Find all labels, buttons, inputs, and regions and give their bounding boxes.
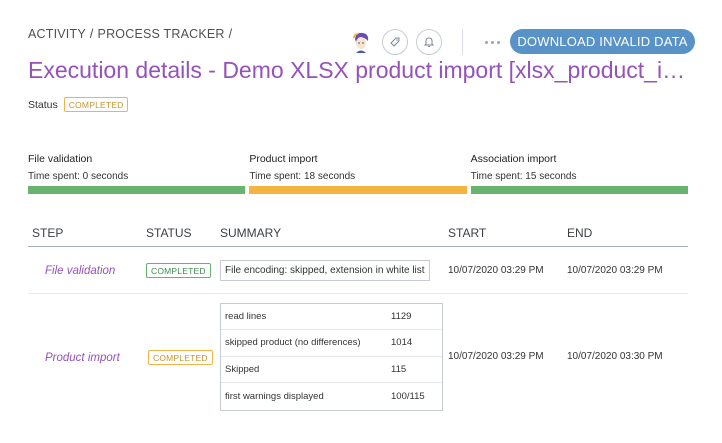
column-header-summary: Summary bbox=[220, 226, 282, 240]
summary-row: first warnings displayed 100/115 bbox=[221, 383, 442, 410]
avatar-illustration bbox=[348, 29, 374, 55]
step-name: Product import bbox=[249, 153, 318, 165]
status-row: Status COMPLETED bbox=[28, 97, 129, 112]
row-status-badge: COMPLETED bbox=[146, 263, 211, 278]
breadcrumb-process-tracker[interactable]: Process tracker bbox=[98, 27, 225, 41]
step-progress-bar bbox=[470, 186, 688, 194]
column-header-step: Step bbox=[32, 226, 64, 240]
breadcrumb-separator: / bbox=[228, 27, 233, 41]
step-file-validation: File validation Time spent: 0 seconds bbox=[28, 153, 246, 194]
breadcrumb-activity[interactable]: Activity bbox=[28, 27, 86, 41]
steps-progress: File validation Time spent: 0 seconds Pr… bbox=[28, 153, 688, 194]
step-name: File validation bbox=[28, 153, 93, 165]
row-start: 10/07/2020 03:29 PM bbox=[448, 264, 544, 276]
step-time: Time spent: 18 seconds bbox=[249, 171, 356, 182]
table-row: File validation COMPLETED File encoding:… bbox=[28, 247, 688, 294]
row-end: 10/07/2020 03:29 PM bbox=[567, 264, 663, 276]
step-progress-bar bbox=[28, 186, 246, 194]
step-progress-bar bbox=[249, 186, 467, 194]
summary-key: skipped product (no differences) bbox=[225, 337, 361, 349]
row-start: 10/07/2020 03:29 PM bbox=[448, 351, 544, 362]
summary-key: first warnings displayed bbox=[225, 390, 324, 402]
step-association-import: Association import Time spent: 15 second… bbox=[470, 153, 688, 194]
header-actions bbox=[348, 29, 500, 55]
column-header-start: Start bbox=[448, 226, 487, 240]
step-link[interactable]: Product import bbox=[28, 352, 120, 364]
breadcrumb: Activity / Process tracker / bbox=[28, 27, 232, 41]
step-link[interactable]: File validation bbox=[28, 265, 115, 277]
step-time: Time spent: 15 seconds bbox=[470, 171, 577, 182]
summary-box: File encoding: skipped, extension in whi… bbox=[220, 259, 430, 281]
summary-key: read lines bbox=[225, 310, 267, 322]
table-row: Product import COMPLETED read lines 1129… bbox=[28, 294, 688, 419]
table-header: Step Status Summary Start End bbox=[28, 220, 688, 247]
user-avatar[interactable] bbox=[348, 29, 374, 55]
execution-table: Step Status Summary Start End File valid… bbox=[28, 220, 688, 419]
download-invalid-data-button[interactable]: Download invalid data bbox=[510, 29, 695, 54]
page-title: Execution details - Demo XLSX product im… bbox=[28, 57, 694, 83]
summary-row: Skipped 115 bbox=[221, 357, 442, 383]
status-label: Status bbox=[28, 98, 58, 111]
more-horizontal-icon[interactable] bbox=[485, 40, 500, 44]
summary-value: 115 bbox=[391, 363, 407, 375]
tag-icon bbox=[390, 37, 400, 47]
notifications-button[interactable] bbox=[416, 29, 442, 55]
status-badge: COMPLETED bbox=[63, 97, 129, 112]
column-header-end: End bbox=[567, 226, 593, 240]
step-time: Time spent: 0 seconds bbox=[28, 171, 129, 182]
summary-row: read lines 1129 bbox=[221, 304, 442, 330]
summary-row: skipped product (no differences) 1014 bbox=[221, 330, 442, 357]
row-status-badge: COMPLETED bbox=[148, 349, 213, 365]
row-end: 10/07/2020 03:30 PM bbox=[567, 351, 663, 362]
column-header-status: Status bbox=[146, 226, 192, 240]
tag-button[interactable] bbox=[382, 29, 408, 55]
header-divider bbox=[462, 29, 463, 55]
summary-value: 1129 bbox=[391, 310, 412, 322]
breadcrumb-separator: / bbox=[89, 27, 94, 41]
step-product-import: Product import Time spent: 18 seconds bbox=[249, 153, 467, 194]
bell-icon bbox=[423, 37, 435, 47]
summary-value: 100/115 bbox=[391, 390, 425, 402]
summary-key: Skipped bbox=[225, 363, 260, 375]
summary-table: read lines 1129 skipped product (no diff… bbox=[220, 302, 443, 411]
step-name: Association import bbox=[470, 153, 557, 165]
summary-value: 1014 bbox=[391, 337, 413, 349]
